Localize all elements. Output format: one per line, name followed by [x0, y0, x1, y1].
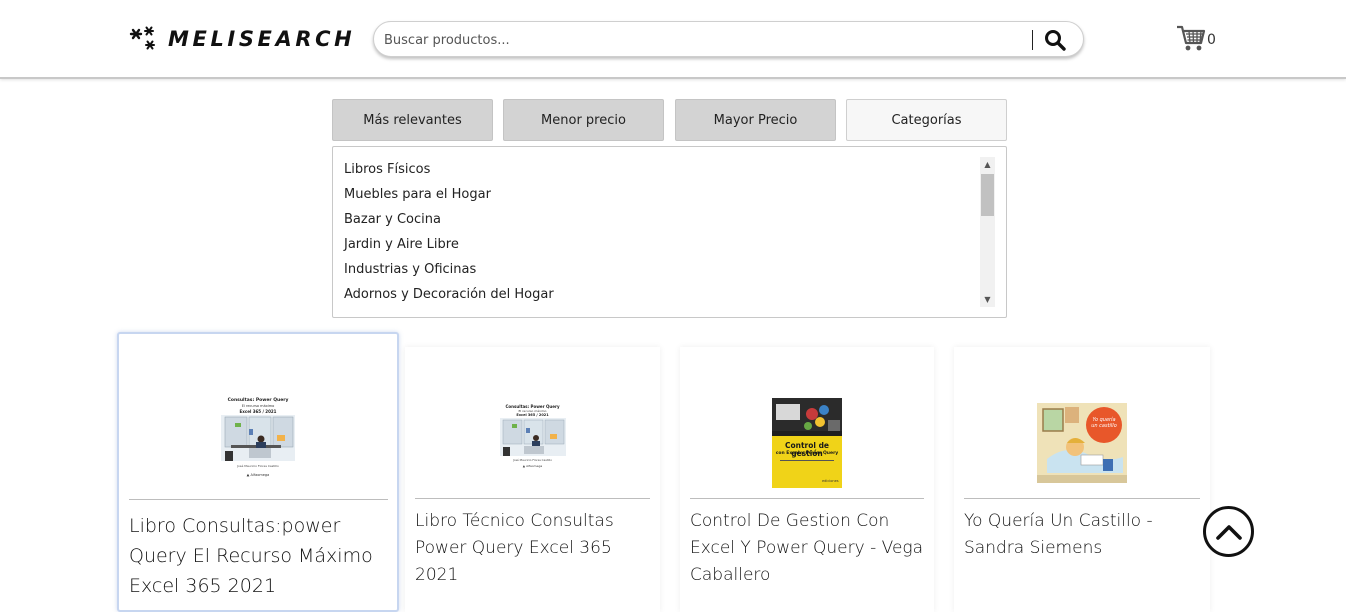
search-button[interactable]: [1040, 26, 1070, 54]
card-divider: [129, 499, 388, 500]
categories-button[interactable]: Categorías: [846, 99, 1007, 141]
product-card[interactable]: Consultas: Power Query El recurso máximo…: [405, 347, 660, 612]
book-cover: Yo quería un castillo: [1037, 403, 1127, 483]
cover-subtitle: con Excel y Power Query: [775, 451, 839, 456]
cover-publisher: Alfaomega: [526, 463, 543, 468]
cover-illustration: [1037, 403, 1127, 483]
chevron-up-icon: [1215, 524, 1242, 540]
product-title[interactable]: Control De Gestion Con Excel Y Power Que…: [690, 508, 924, 589]
logo[interactable]: MELISEARCH: [129, 25, 355, 53]
cover-illustration: [772, 398, 842, 436]
product-card[interactable]: Consultas: Power Query El recurso máximo…: [117, 332, 399, 612]
book-cover: Control de gestión con Excel y Power Que…: [772, 398, 842, 488]
logo-text: MELISEARCH: [168, 27, 356, 51]
category-item[interactable]: Muebles para el Hogar: [344, 187, 491, 202]
cover-edition: Excel 365 / 2021: [239, 409, 277, 414]
asterisk-logo-icon: [129, 25, 159, 53]
search-divider: [1032, 30, 1033, 50]
category-item[interactable]: Bazar y Cocina: [344, 212, 441, 227]
category-item[interactable]: Industrias y Oficinas: [344, 262, 476, 277]
category-list[interactable]: Libros Físicos Muebles para el Hogar Baz…: [332, 146, 1007, 318]
search-icon: [1045, 30, 1066, 51]
book-cover: Consultas: Power Query El recurso máximo…: [497, 399, 568, 470]
scroll-down-arrow-icon[interactable]: ▼: [980, 292, 995, 307]
cover-publisher: ediciones: [822, 479, 839, 483]
product-image: Consultas: Power Query El recurso máximo…: [405, 397, 660, 472]
cart-button[interactable]: 0: [1176, 24, 1216, 52]
card-divider: [964, 498, 1200, 499]
cover-subtitle: El recurso máximo: [241, 404, 275, 408]
top-header: MELISEARCH 0: [0, 0, 1346, 79]
shopping-cart-icon: [1177, 25, 1206, 51]
scroll-up-arrow-icon[interactable]: ▲: [980, 157, 995, 172]
cart-count: 0: [1207, 32, 1216, 48]
cover-author: José Mauricio Flores Castillo: [513, 457, 552, 462]
card-divider: [690, 498, 924, 499]
sort-highest-price-button[interactable]: Mayor Precio: [675, 99, 836, 141]
cover-edition: Excel 365 / 2021: [516, 412, 549, 417]
product-image: Control de gestión con Excel y Power Que…: [680, 397, 934, 489]
cover-rule: [780, 460, 834, 461]
category-item[interactable]: Libros Físicos: [344, 162, 430, 177]
cover-title: Yo quería un castillo: [1091, 417, 1117, 429]
category-scrollbar[interactable]: ▲ ▼: [980, 157, 995, 307]
cover-illustration: [221, 415, 295, 461]
sort-bar: Más relevantes Menor precio Mayor Precio…: [332, 99, 1007, 141]
product-image: Yo quería un castillo: [954, 397, 1210, 489]
product-card[interactable]: Control de gestión con Excel y Power Que…: [680, 347, 934, 612]
sort-most-relevant-button[interactable]: Más relevantes: [332, 99, 493, 141]
scroll-to-top-button[interactable]: [1203, 506, 1254, 557]
search-input[interactable]: [384, 29, 1024, 51]
book-cover: Consultas: Power Query El recurso máximo…: [219, 392, 297, 486]
cover-publisher: Alfaomega: [250, 473, 270, 477]
cover-author: José Mauricio Flores Castillo: [237, 464, 279, 468]
product-title[interactable]: Libro Técnico Consultas Power Query Exce…: [415, 508, 650, 589]
publisher-logo-icon: ▲ Alfaomega: [522, 463, 543, 468]
publisher-logo-icon: ▲ Alfaomega: [246, 473, 270, 477]
card-divider: [415, 498, 650, 499]
product-image: Consultas: Power Query El recurso máximo…: [119, 384, 397, 494]
product-title[interactable]: Yo Quería Un Castillo - Sandra Siemens: [964, 508, 1200, 562]
product-card[interactable]: Yo quería un castillo Yo Quería Un Casti…: [954, 347, 1210, 612]
search-bar: [373, 21, 1084, 57]
category-item[interactable]: Jardin y Aire Libre: [344, 237, 459, 252]
category-item[interactable]: Adornos y Decoración del Hogar: [344, 287, 554, 302]
cover-illustration: [499, 417, 566, 456]
product-title[interactable]: Libro Consultas:power Query El Recurso M…: [129, 511, 391, 601]
sort-lowest-price-button[interactable]: Menor precio: [503, 99, 664, 141]
cover-title: Consultas: Power Query: [227, 398, 289, 403]
scrollbar-thumb[interactable]: [981, 174, 994, 216]
